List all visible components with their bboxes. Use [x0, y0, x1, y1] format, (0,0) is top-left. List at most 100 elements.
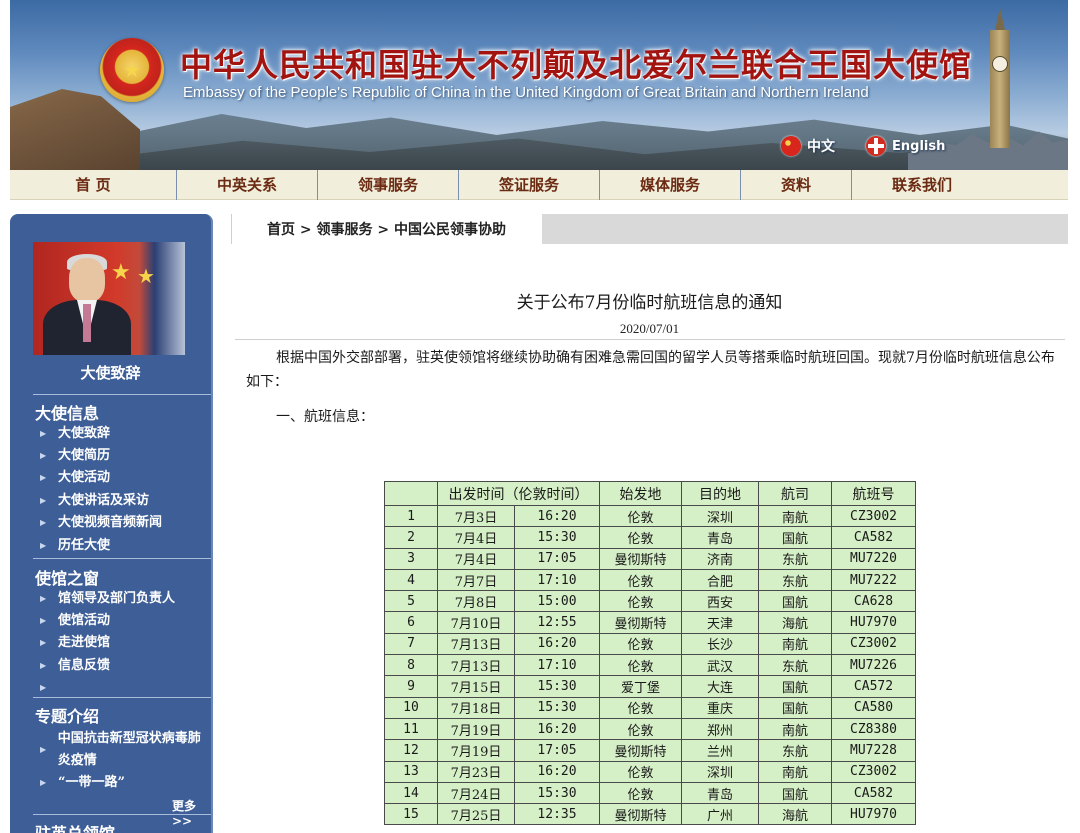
sidebar-link[interactable]: ▶ 使馆活动 — [40, 610, 110, 632]
table-header-row: 出发时间（伦敦时间） 始发地 目的地 航司 航班号 — [384, 481, 916, 506]
table-cell: 武汉 — [681, 654, 759, 677]
breadcrumb-current[interactable]: 中国公民领事协助 — [394, 222, 506, 238]
table-cell: 16:20 — [514, 760, 600, 783]
breadcrumb-consular[interactable]: 领事服务 — [316, 222, 372, 238]
table-row: 8 7月13日 17:10 伦敦 武汉 东航 MU7226 — [384, 654, 916, 677]
table-cell: 东航 — [758, 568, 832, 592]
lang-chinese-link[interactable]: 中文 — [781, 136, 835, 156]
table-cell: 14 — [384, 781, 438, 805]
table-cell: 国航 — [758, 781, 832, 805]
table-cell: 15:30 — [514, 675, 600, 698]
page: ★ 中华人民共和国驻大不列颠及北爱尔兰联合王国大使馆 Embassy of th… — [0, 0, 1080, 833]
breadcrumb-home[interactable]: 首页 — [267, 222, 295, 238]
table-cell: 7月19日 — [437, 717, 515, 741]
sidebar-link[interactable]: ▶ 馆领导及部门负责人 — [40, 588, 175, 610]
sidebar-link[interactable]: ▶ 中国抗击新型冠状病毒肺炎疫情 — [40, 728, 212, 772]
table-cell: 东航 — [758, 547, 832, 570]
table-cell: 西安 — [681, 590, 759, 613]
nav-item-resources[interactable]: 资料 — [741, 170, 852, 200]
table-row: 2 7月4日 15:30 伦敦 青岛 国航 CA582 — [384, 526, 916, 549]
table-cell: 15:30 — [514, 781, 600, 805]
nav-item-relations[interactable]: 中英关系 — [177, 170, 318, 200]
table-cell: 南航 — [758, 632, 832, 656]
table-cell: 16:20 — [514, 632, 600, 656]
table-cell: 15:30 — [514, 526, 600, 549]
sidebar-link[interactable]: ▶ — [40, 677, 58, 699]
sidebar: ★ ★ 大使致辞 大使信息 ▶ 大使致辞 ▶ 大使简历 ▶ 大使活动 ▶ 大使讲话及采访… — [10, 214, 213, 833]
big-ben-icon — [988, 8, 1012, 148]
nav-item-visa[interactable]: 签证服务 — [459, 170, 600, 200]
table-cell: CZ3002 — [831, 760, 916, 783]
sidebar-link[interactable]: ▶ 大使活动 — [40, 467, 110, 489]
table-cell: 国航 — [758, 590, 832, 613]
sidebar-section-title: 使馆之窗 — [35, 569, 100, 588]
table-cell: 13 — [384, 760, 438, 783]
more-link[interactable]: 更多>> — [172, 797, 211, 828]
table-row: 5 7月8日 15:00 伦敦 西安 国航 CA628 — [384, 590, 916, 613]
nav-item-home[interactable]: 首 页 — [10, 170, 177, 200]
table-cell: 7月3日 — [437, 504, 515, 528]
flag-star-icon: ★ — [111, 260, 131, 285]
sidebar-link[interactable]: ▶ 大使致辞 — [40, 423, 110, 445]
table-cell: MU7228 — [831, 739, 916, 762]
table-row: 10 7月18日 15:30 伦敦 重庆 国航 CA580 — [384, 696, 916, 719]
table-cell: 深圳 — [681, 504, 759, 528]
triangle-right-icon: ▶ — [40, 638, 47, 647]
triangle-right-icon: ▶ — [40, 496, 47, 505]
breadcrumb: 首页 > 领事服务 > 中国公民领事协助 — [231, 214, 542, 244]
table-cell: CA582 — [831, 781, 916, 805]
ambassador-photo[interactable]: ★ ★ — [33, 242, 185, 355]
table-cell: 5 — [384, 590, 438, 613]
table-cell: 11 — [384, 717, 438, 741]
table-cell: CA628 — [831, 590, 916, 613]
sidebar-link[interactable]: ▶ 大使简历 — [40, 445, 110, 467]
triangle-right-icon: ▶ — [40, 594, 47, 603]
sidebar-link[interactable]: ▶ 大使视频音频新闻 — [40, 512, 162, 534]
table-cell: 7月25日 — [437, 803, 515, 826]
table-cell: 17:10 — [514, 654, 600, 677]
table-row: 6 7月10日 12:55 曼彻斯特 天津 海航 HU7970 — [384, 611, 916, 634]
article-body: 根据中国外交部部署，驻英使领馆将继续协助确有困难急需回国的留学人员等搭乘临时航班… — [246, 350, 1055, 390]
sidebar-link[interactable]: ▶ 大使讲话及采访 — [40, 490, 149, 512]
table-cell: 伦敦 — [599, 568, 682, 592]
table-cell: 15:30 — [514, 696, 600, 719]
table-cell: 伦敦 — [599, 781, 682, 805]
nav-item-contact[interactable]: 联系我们 — [852, 170, 992, 200]
table-row: 9 7月15日 15:30 爱丁堡 大连 国航 CA572 — [384, 675, 916, 698]
flights-table: 出发时间（伦敦时间） 始发地 目的地 航司 航班号 1 7月3日 16:20 伦敦 深圳… — [384, 481, 916, 826]
table-cell: 7月10日 — [437, 611, 515, 634]
sidebar-link[interactable]: ▶ 历任大使 — [40, 535, 110, 557]
flag-star-icon: ★ — [137, 264, 155, 288]
ambassador-speech-link[interactable]: 大使致辞 — [10, 362, 211, 383]
sidebar-link[interactable]: ▶ “一带一路” — [40, 772, 125, 794]
table-cell: 国航 — [758, 526, 832, 549]
article-title: 关于公布7月份临时航班信息的通知 — [516, 293, 783, 313]
triangle-right-icon: ▶ — [40, 541, 47, 550]
table-cell: CA582 — [831, 526, 916, 549]
table-cell: 南航 — [758, 504, 832, 528]
table-cell: 7月13日 — [437, 654, 515, 677]
divider — [33, 814, 211, 815]
table-cell: 海航 — [758, 803, 832, 826]
table-cell: 深圳 — [681, 760, 759, 783]
table-cell: 伦敦 — [599, 590, 682, 613]
table-cell: 4 — [384, 568, 438, 592]
sidebar-link[interactable]: ▶ 信息反馈 — [40, 655, 110, 677]
table-cell: 7月15日 — [437, 675, 515, 698]
table-cell: 伦敦 — [599, 717, 682, 741]
table-cell: 12 — [384, 739, 438, 762]
table-row: 3 7月4日 17:05 曼彻斯特 济南 东航 MU7220 — [384, 547, 916, 570]
table-cell: 9 — [384, 675, 438, 698]
table-cell: MU7220 — [831, 547, 916, 570]
sidebar-link[interactable]: ▶ 走进使馆 — [40, 632, 110, 654]
table-cell: 东航 — [758, 654, 832, 677]
main-nav: 首 页 中英关系 领事服务 签证服务 媒体服务 资料 联系我们 — [10, 170, 1068, 200]
column-header: 始发地 — [599, 481, 682, 506]
nav-item-media[interactable]: 媒体服务 — [600, 170, 741, 200]
lang-english-link[interactable]: English — [866, 136, 945, 156]
table-cell: 7月7日 — [437, 568, 515, 592]
triangle-right-icon: ▶ — [40, 778, 47, 787]
table-cell: 郑州 — [681, 717, 759, 741]
table-cell: 17:05 — [514, 739, 600, 762]
nav-item-consular[interactable]: 领事服务 — [318, 170, 459, 200]
